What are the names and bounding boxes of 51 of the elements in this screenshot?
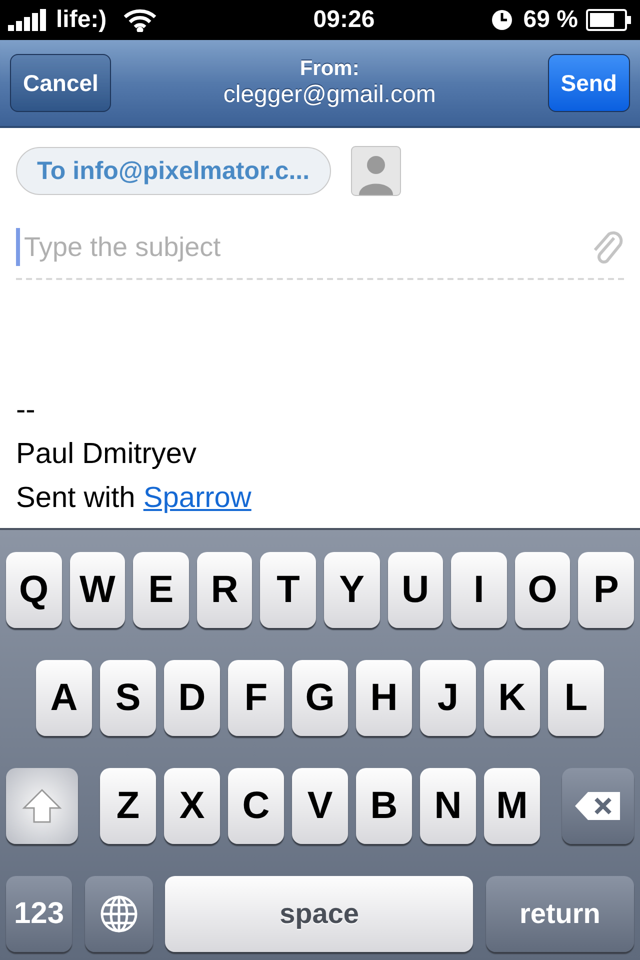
key[interactable]: U <box>388 552 444 628</box>
key[interactable]: A <box>36 660 92 736</box>
text-cursor <box>16 228 20 266</box>
battery-percent: 69 % <box>523 6 578 34</box>
key[interactable]: K <box>484 660 540 736</box>
shift-key[interactable] <box>6 768 78 844</box>
key[interactable]: S <box>100 660 156 736</box>
key[interactable]: V <box>292 768 348 844</box>
key[interactable]: B <box>356 768 412 844</box>
signature-line: -- <box>16 393 36 428</box>
key[interactable]: M <box>484 768 540 844</box>
key[interactable]: N <box>420 768 476 844</box>
send-button[interactable]: Send <box>548 54 630 112</box>
return-key[interactable]: return <box>486 876 634 952</box>
carrier-name: life:) <box>56 6 107 34</box>
key[interactable]: O <box>514 552 570 628</box>
contact-avatar-icon[interactable] <box>350 146 401 196</box>
wifi-icon <box>122 8 157 32</box>
sparrow-link[interactable]: Sparrow <box>143 482 252 514</box>
key[interactable]: Q <box>6 552 62 628</box>
globe-key[interactable] <box>84 876 153 952</box>
key[interactable]: E <box>133 552 189 628</box>
key[interactable]: G <box>292 660 348 736</box>
signature-line: Sent with Sparrow <box>16 481 252 516</box>
key[interactable]: L <box>548 660 604 736</box>
key[interactable]: J <box>420 660 476 736</box>
numbers-key[interactable]: 123 <box>6 876 72 952</box>
sender-email: clegger@gmail.com <box>223 81 436 109</box>
key[interactable]: C <box>228 768 284 844</box>
key[interactable]: F <box>228 660 284 736</box>
backspace-icon <box>574 791 622 821</box>
space-key[interactable]: space <box>165 876 474 952</box>
key[interactable]: P <box>578 552 634 628</box>
key[interactable]: D <box>164 660 220 736</box>
key[interactable]: R <box>196 552 252 628</box>
key[interactable]: W <box>70 552 126 628</box>
cancel-button[interactable]: Cancel <box>10 54 112 112</box>
key[interactable]: T <box>260 552 316 628</box>
key[interactable]: Y <box>324 552 380 628</box>
key[interactable]: H <box>356 660 412 736</box>
status-time: 09:26 <box>313 6 375 34</box>
key[interactable]: I <box>451 552 507 628</box>
globe-icon <box>98 894 139 934</box>
clock-icon <box>491 9 514 31</box>
delete-key[interactable] <box>562 768 634 844</box>
battery-icon <box>586 9 632 31</box>
signature-line: Paul Dmitryev <box>16 437 198 472</box>
from-label: From: <box>300 57 360 81</box>
shift-arrow-icon <box>22 788 62 824</box>
key[interactable]: X <box>164 768 220 844</box>
key[interactable]: Z <box>100 768 156 844</box>
